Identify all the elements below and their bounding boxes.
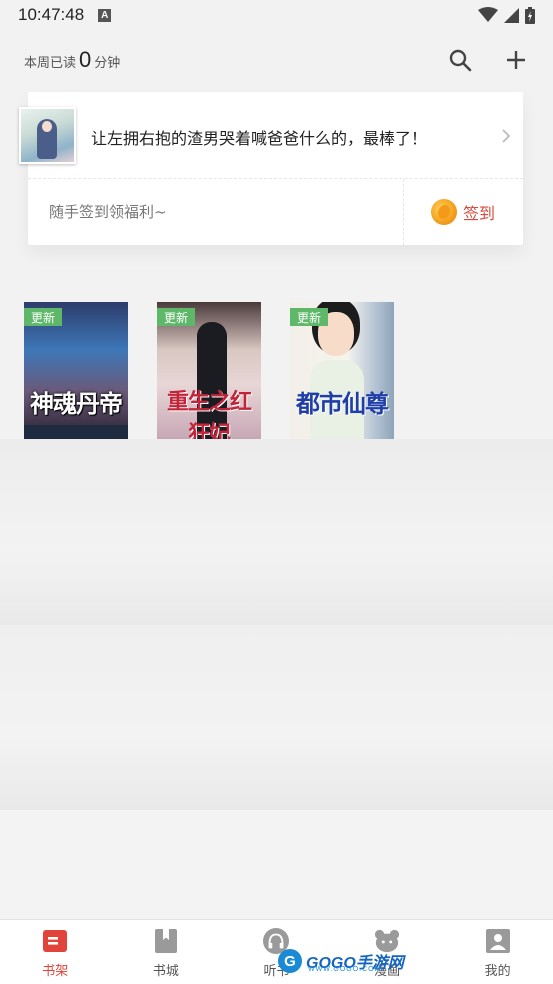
read-prefix: 本周已读 (24, 56, 77, 71)
bookmark-book-icon (153, 928, 179, 954)
tab-bookstore[interactable]: 书城 (111, 920, 222, 984)
add-button[interactable] (503, 47, 529, 73)
signin-label: 签到 (463, 204, 496, 223)
recommend-title[interactable]: 让左拥右抱的渣男哭着喊爸爸什么的，最棒了！ (91, 125, 427, 149)
empty-panel (0, 625, 553, 810)
book-item[interactable]: 更新 神魂丹帝 (24, 302, 128, 439)
watermark-sub: WWW.GOGO.COM (308, 966, 382, 973)
notification-icon: A (98, 8, 112, 22)
update-badge: 更新 (290, 308, 328, 326)
empty-panel (0, 439, 553, 625)
wifi-icon (478, 7, 498, 22)
update-badge: 更新 (157, 308, 195, 326)
coin-icon (431, 199, 457, 225)
shelf-header: 本周已读 0 分钟 (0, 40, 553, 80)
plus-icon (507, 51, 525, 69)
profile-icon (485, 928, 511, 954)
read-suffix: 分钟 (94, 56, 121, 71)
recommend-card: 让左拥右抱的渣男哭着喊爸爸什么的，最棒了！ 随手签到领福利~ 签到 (19, 92, 523, 245)
empty-panel (0, 810, 553, 919)
tab-label: 书架 (42, 964, 69, 979)
tab-profile[interactable]: 我的 (442, 920, 553, 984)
weekly-reading-stat: 本周已读 0 分钟 (24, 47, 120, 73)
signal-icon (504, 7, 519, 23)
book-item[interactable]: 更新 都市仙尊 (290, 302, 394, 439)
bottom-tab-bar: 书架 书城 听书 漫画 我的 (0, 919, 553, 984)
card-divider (28, 178, 523, 179)
update-badge: 更新 (24, 308, 62, 326)
book-item[interactable]: 更新 重生之红狂妃 (157, 302, 261, 439)
bookshelf-icon (42, 928, 68, 954)
tab-label: 我的 (484, 964, 511, 979)
book-cover-title: 都市仙尊 (296, 389, 389, 418)
status-bar: 10:47:48 A (0, 0, 553, 30)
battery-icon (525, 6, 535, 24)
watermark-logo-mark: G (278, 949, 302, 973)
search-icon (449, 49, 472, 72)
read-minutes: 0 (79, 47, 92, 72)
welfare-text: 随手签到领福利~ (49, 203, 167, 221)
tab-bookshelf[interactable]: 书架 (0, 920, 111, 984)
book-cover-title: 重生之红狂妃 (166, 389, 252, 439)
card-vertical-divider (403, 179, 404, 245)
search-button[interactable] (447, 47, 473, 73)
tab-label: 书城 (152, 964, 179, 979)
signin-button[interactable]: 签到 (431, 199, 495, 225)
chevron-right-icon[interactable] (501, 128, 511, 147)
watermark-logo: G GOGO手游网 WWW.GOGO.COM (278, 949, 404, 973)
bookshelf-grid: 更新 神魂丹帝 更新 重生之红狂妃 更新 都市仙尊 (24, 302, 524, 439)
status-time: 10:47:48 (18, 5, 85, 24)
status-icons (478, 6, 535, 24)
book-cover-title: 神魂丹帝 (30, 389, 123, 418)
book-cover-thumbnail[interactable] (19, 107, 76, 164)
